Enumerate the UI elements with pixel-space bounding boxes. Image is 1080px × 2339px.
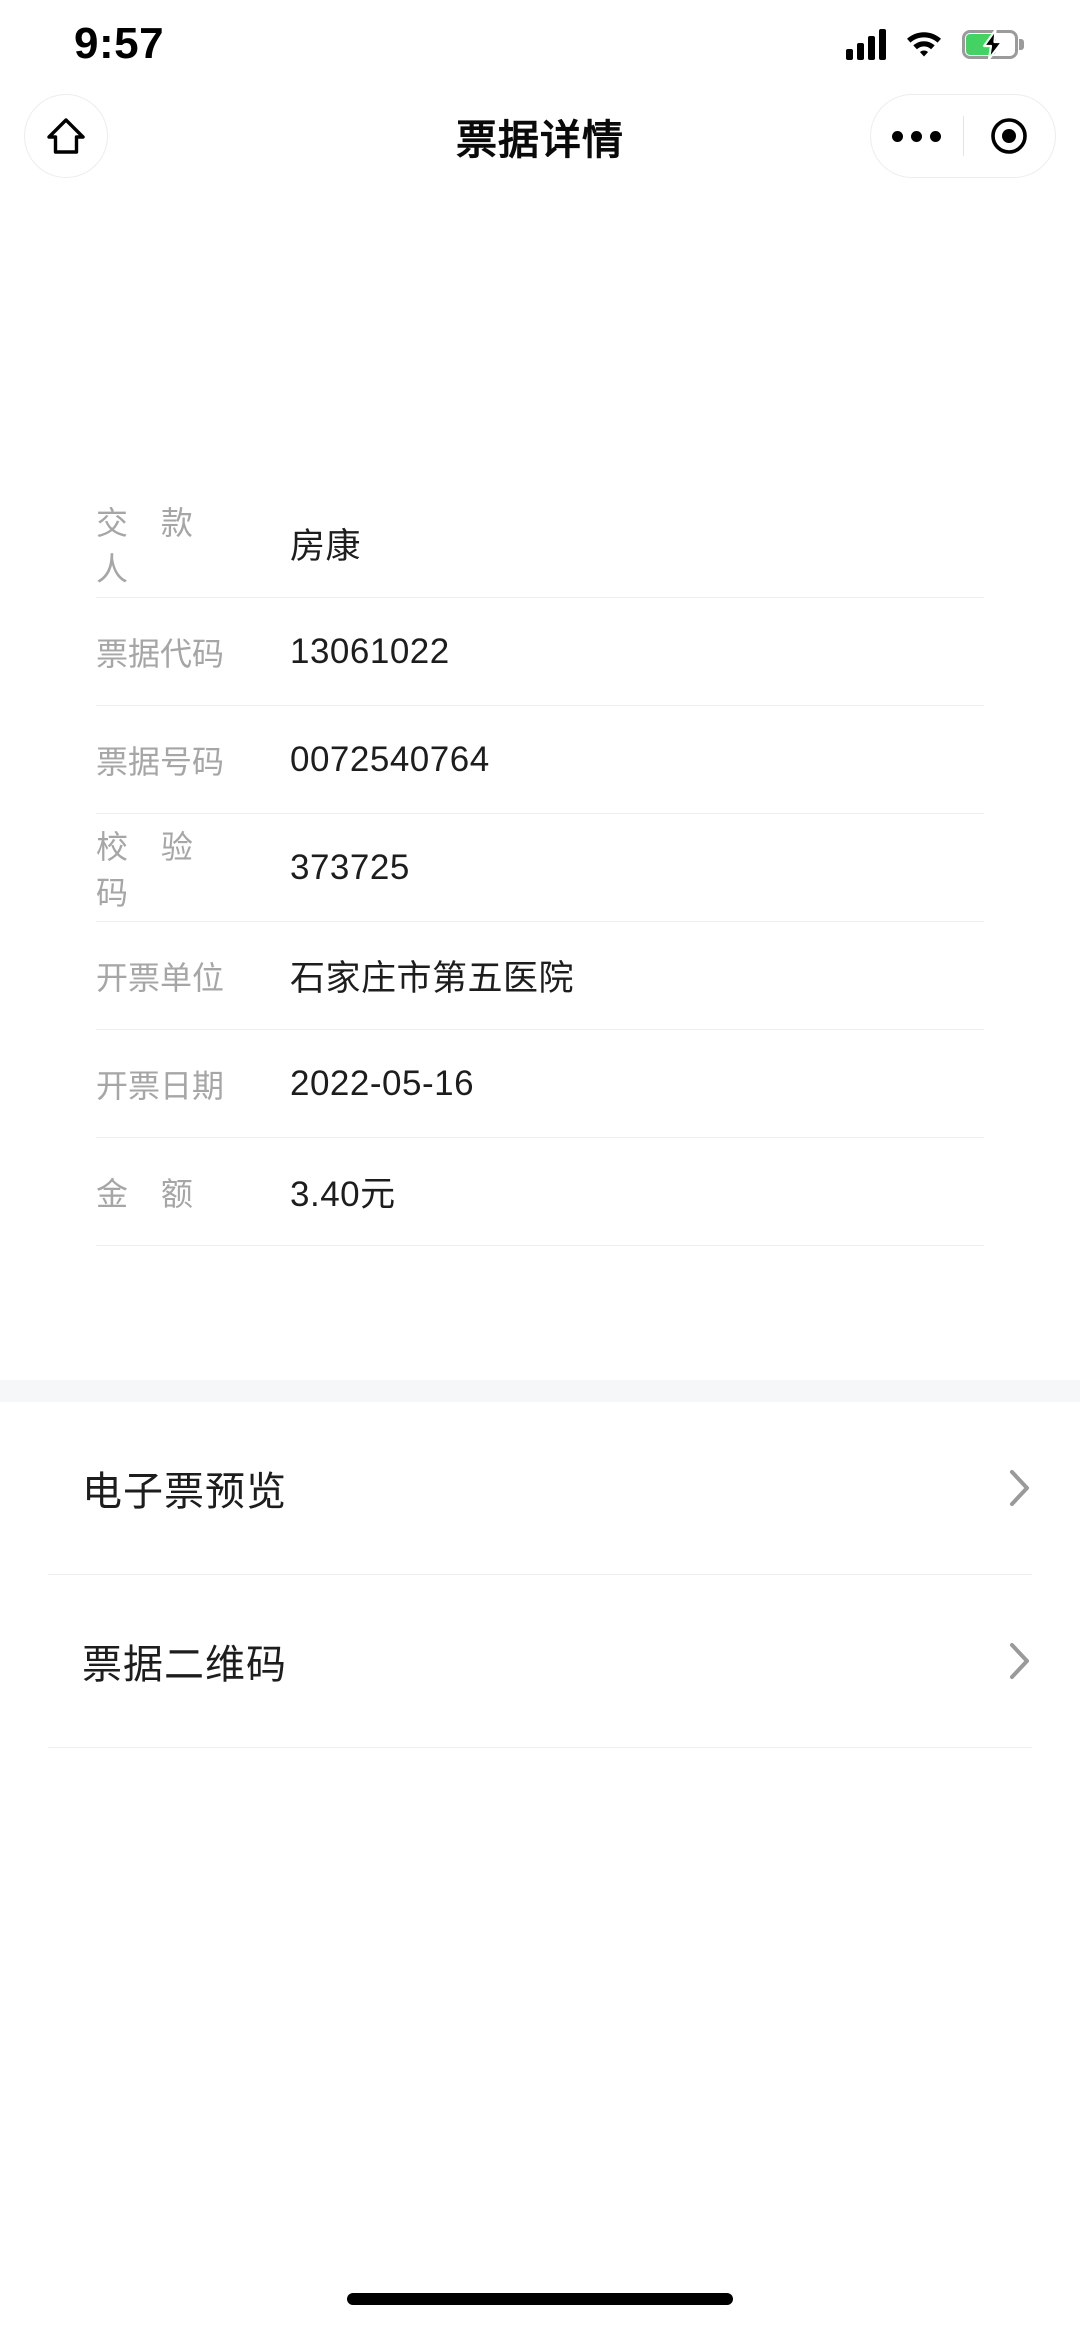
- detail-row-bill-code: 票据代码 13061022: [96, 598, 984, 706]
- wechat-capsule: [870, 94, 1056, 178]
- detail-value: 石家庄市第五医院: [290, 959, 575, 998]
- detail-label: 开票日期: [96, 1067, 225, 1104]
- detail-value: 房康: [290, 527, 362, 566]
- detail-value: 2022-05-16: [290, 1063, 475, 1103]
- action-label: 票据二维码: [82, 1643, 287, 1687]
- detail-label: 交 款 人: [96, 504, 205, 587]
- detail-row-amount: 金 额 3.40元: [96, 1138, 984, 1246]
- action-row-bill-qrcode[interactable]: 票据二维码: [48, 1575, 1032, 1748]
- chevron-right-icon: [1008, 1467, 1032, 1509]
- close-mini-program-button[interactable]: [964, 95, 1056, 177]
- detail-value: 13061022: [290, 631, 450, 671]
- detail-row-payer: 交 款 人 房康: [96, 490, 984, 598]
- detail-value: 373725: [290, 847, 410, 887]
- status-icons: [846, 28, 1024, 60]
- action-row-e-invoice-preview[interactable]: 电子票预览: [48, 1402, 1032, 1575]
- detail-label: 金 额: [96, 1175, 205, 1212]
- detail-row-issue-date: 开票日期 2022-05-16: [96, 1030, 984, 1138]
- battery-charging-icon: [962, 29, 1024, 59]
- wifi-icon: [905, 29, 943, 59]
- nav-bar: 票据详情: [0, 88, 1080, 193]
- detail-value: 3.40元: [290, 1175, 396, 1214]
- detail-label: 票据号码: [96, 743, 225, 780]
- home-button[interactable]: [24, 94, 108, 178]
- chevron-right-icon: [1008, 1640, 1032, 1682]
- bill-detail-list: 交 款 人 房康 票据代码 13061022 票据号码 0072540764 校…: [0, 490, 1080, 1246]
- action-label: 电子票预览: [82, 1470, 287, 1514]
- more-button[interactable]: [871, 95, 963, 177]
- more-dots-icon: [892, 130, 942, 142]
- signal-bars-icon: [846, 28, 886, 60]
- action-list: 电子票预览 票据二维码: [0, 1402, 1080, 1748]
- detail-value: 0072540764: [290, 739, 490, 779]
- detail-label: 开票单位: [96, 959, 225, 996]
- status-time: 9:57: [74, 19, 165, 68]
- home-icon: [45, 115, 87, 157]
- home-indicator: [347, 2293, 733, 2305]
- detail-row-check-code: 校 验 码 373725: [96, 814, 984, 922]
- detail-label: 票据代码: [96, 635, 225, 672]
- detail-row-issuer: 开票单位 石家庄市第五医院: [96, 922, 984, 1030]
- detail-label: 校 验 码: [96, 828, 205, 911]
- detail-row-bill-number: 票据号码 0072540764: [96, 706, 984, 814]
- status-bar: 9:57: [0, 0, 1080, 88]
- phone-screen: 9:57 票据详情 交 款 人 房康 票据代码 13061022 票据号码 00…: [0, 0, 1080, 2339]
- section-separator-band: [0, 1380, 1080, 1402]
- target-circle-icon: [987, 114, 1031, 158]
